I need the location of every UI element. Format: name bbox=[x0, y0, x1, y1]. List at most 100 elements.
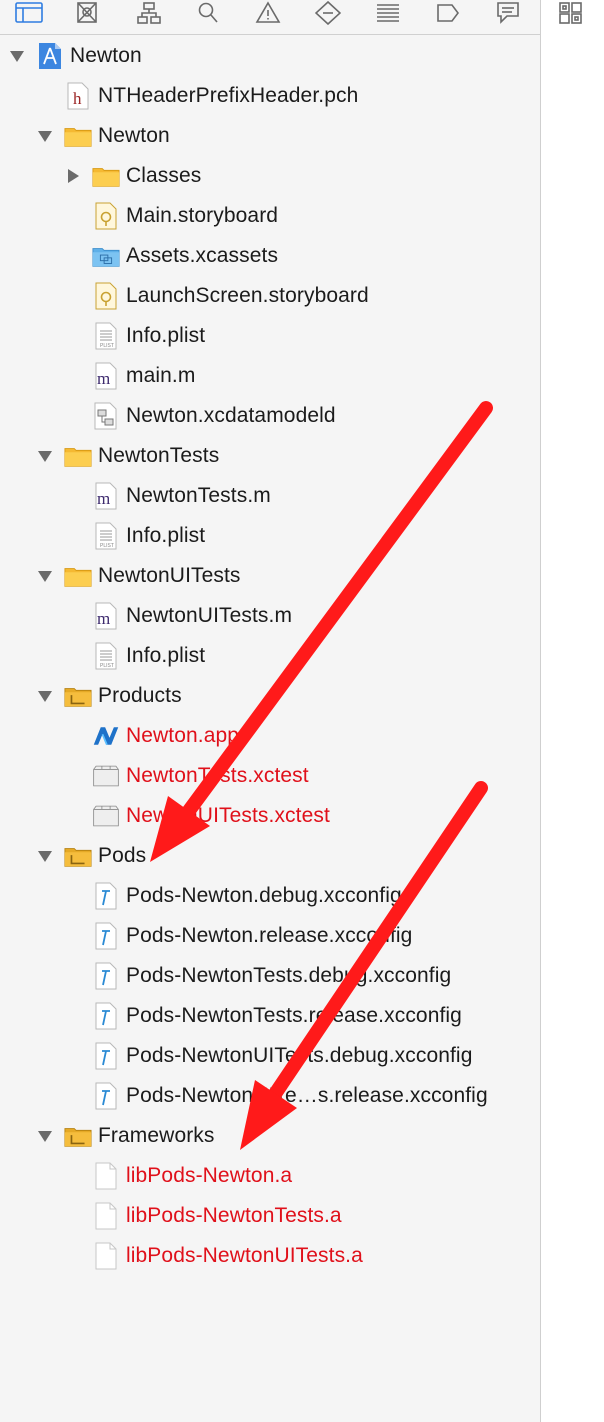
tree-row[interactable]: PLIST Info.plist bbox=[92, 636, 205, 676]
svg-text:PLIST: PLIST bbox=[100, 343, 114, 349]
tree-row[interactable]: Frameworks bbox=[38, 1116, 215, 1156]
tree-row[interactable]: Pods bbox=[38, 836, 146, 876]
tree-item-label: LaunchScreen.storyboard bbox=[126, 284, 369, 307]
tree-row[interactable]: NewtonTests.xctest bbox=[92, 756, 309, 796]
folder-yellow-icon bbox=[64, 442, 92, 470]
tree-row[interactable]: Pods-Newton.debug.xcconfig bbox=[92, 876, 402, 916]
tree-item-label: Main.storyboard bbox=[126, 204, 279, 227]
tree-row[interactable]: Assets.xcassets bbox=[92, 236, 278, 276]
disclosure-open-icon[interactable] bbox=[36, 447, 54, 465]
storyboard-icon bbox=[92, 202, 120, 230]
tree-item-label: Info.plist bbox=[126, 644, 206, 667]
tree-row[interactable]: Classes bbox=[68, 156, 201, 196]
tree-item-label: Newton bbox=[98, 124, 170, 147]
disclosure-closed-icon[interactable] bbox=[64, 167, 82, 185]
tree-row[interactable]: m NewtonTests.m bbox=[92, 476, 271, 516]
test-navigator-icon[interactable] bbox=[311, 0, 345, 26]
tree-row[interactable]: NewtonTests bbox=[38, 436, 220, 476]
hierarchy-navigator-icon[interactable] bbox=[132, 0, 166, 26]
library-grid-icon[interactable] bbox=[554, 0, 588, 26]
tree-row[interactable]: Main.storyboard bbox=[92, 196, 278, 236]
symbol-navigator-icon[interactable] bbox=[70, 0, 104, 26]
bundle-icon bbox=[92, 762, 120, 790]
tree-row[interactable]: Newton.app bbox=[92, 716, 239, 756]
disclosure-open-icon[interactable] bbox=[36, 567, 54, 585]
project-navigator-icon[interactable] bbox=[12, 0, 46, 26]
tree-item-label: Newton.xcdatamodeld bbox=[126, 404, 336, 427]
report-navigator-icon[interactable] bbox=[491, 0, 525, 26]
tree-row[interactable]: Pods-NewtonUITe…s.release.xcconfig bbox=[92, 1076, 488, 1116]
tree-item-label: Frameworks bbox=[98, 1124, 215, 1147]
disclosure-open-icon[interactable] bbox=[36, 847, 54, 865]
tree-row[interactable]: Newton.xcdatamodeld bbox=[92, 396, 336, 436]
datamodel-icon bbox=[92, 402, 120, 430]
xcode-project-icon bbox=[36, 42, 64, 70]
tree-item-label: main.m bbox=[126, 364, 196, 387]
app-logo-icon bbox=[92, 722, 120, 750]
tree-row[interactable]: Newton bbox=[10, 36, 142, 76]
source-m-icon: m bbox=[92, 602, 120, 630]
disclosure-open-icon[interactable] bbox=[36, 687, 54, 705]
tree-item-label: libPods-Newton.a bbox=[126, 1164, 293, 1187]
xcconfig-icon bbox=[92, 962, 120, 990]
svg-text:PLIST: PLIST bbox=[100, 543, 114, 549]
tree-row[interactable]: m NewtonUITests.m bbox=[92, 596, 292, 636]
xcconfig-icon bbox=[92, 1002, 120, 1030]
svg-text:PLIST: PLIST bbox=[100, 663, 114, 669]
tree-item-label: Pods-Newton.debug.xcconfig bbox=[126, 884, 402, 907]
tree-item-label: NewtonUITests.xctest bbox=[126, 804, 330, 827]
debug-navigator-icon[interactable] bbox=[371, 0, 405, 26]
tree-item-label: Info.plist bbox=[126, 324, 206, 347]
tree-item-label: NewtonUITests bbox=[98, 564, 241, 587]
tree-row[interactable]: Products bbox=[38, 676, 182, 716]
find-navigator-icon[interactable] bbox=[191, 0, 225, 26]
folder-yellow-dark-icon bbox=[64, 682, 92, 710]
tree-item-label: NTHeaderPrefixHeader.pch bbox=[98, 84, 359, 107]
storyboard-icon bbox=[92, 282, 120, 310]
tree-item-label: Newton.app bbox=[126, 724, 240, 747]
tree-item-label: libPods-NewtonUITests.a bbox=[126, 1244, 363, 1267]
tree-row[interactable]: PLIST Info.plist bbox=[92, 516, 205, 556]
bundle-icon bbox=[92, 802, 120, 830]
tree-item-label: Pods-NewtonUITests.debug.xcconfig bbox=[126, 1044, 473, 1067]
tree-row[interactable]: Newton bbox=[38, 116, 170, 156]
tree-row[interactable]: Pods-Newton.release.xcconfig bbox=[92, 916, 412, 956]
tree-row[interactable]: LaunchScreen.storyboard bbox=[92, 276, 369, 316]
source-m-icon: m bbox=[92, 482, 120, 510]
tree-item-label: NewtonTests bbox=[98, 444, 220, 467]
tree-row[interactable]: Pods-NewtonTests.release.xcconfig bbox=[92, 996, 462, 1036]
editor-pane bbox=[541, 0, 604, 1422]
tree-item-label: NewtonUITests.m bbox=[126, 604, 293, 627]
navigator-toolbar bbox=[0, 0, 540, 35]
disclosure-open-icon[interactable] bbox=[36, 1127, 54, 1145]
tree-row[interactable]: h NTHeaderPrefixHeader.pch bbox=[64, 76, 358, 116]
svg-text:m: m bbox=[97, 609, 110, 628]
plist-icon: PLIST bbox=[92, 322, 120, 350]
tree-row[interactable]: libPods-Newton.a bbox=[92, 1156, 292, 1196]
tree-row[interactable]: PLIST Info.plist bbox=[92, 316, 205, 356]
tree-item-label: Pods-NewtonTests.release.xcconfig bbox=[126, 1004, 462, 1027]
xcconfig-icon bbox=[92, 1082, 120, 1110]
source-m-icon: m bbox=[92, 362, 120, 390]
tree-row[interactable]: NewtonUITests bbox=[38, 556, 241, 596]
folder-yellow-dark-icon bbox=[64, 842, 92, 870]
tree-item-label: Pods-NewtonUITe…s.release.xcconfig bbox=[126, 1084, 488, 1107]
tree-row[interactable]: NewtonUITests.xctest bbox=[92, 796, 330, 836]
tree-item-label: Newton bbox=[70, 44, 142, 67]
disclosure-open-icon[interactable] bbox=[8, 47, 26, 65]
disclosure-open-icon[interactable] bbox=[36, 127, 54, 145]
folder-yellow-icon bbox=[92, 162, 120, 190]
tree-row[interactable]: libPods-NewtonTests.a bbox=[92, 1196, 342, 1236]
tree-item-label: libPods-NewtonTests.a bbox=[126, 1204, 342, 1227]
folder-yellow-icon bbox=[64, 562, 92, 590]
breakpoint-navigator-icon[interactable] bbox=[431, 0, 465, 26]
tree-item-label: NewtonTests.xctest bbox=[126, 764, 309, 787]
tree-row[interactable]: Pods-NewtonUITests.debug.xcconfig bbox=[92, 1036, 472, 1076]
tree-item-label: Products bbox=[98, 684, 182, 707]
plist-icon: PLIST bbox=[92, 522, 120, 550]
tree-row[interactable]: libPods-NewtonUITests.a bbox=[92, 1236, 363, 1276]
svg-text:h: h bbox=[73, 89, 82, 108]
tree-row[interactable]: m main.m bbox=[92, 356, 195, 396]
issue-navigator-icon[interactable] bbox=[251, 0, 285, 26]
tree-row[interactable]: Pods-NewtonTests.debug.xcconfig bbox=[92, 956, 451, 996]
